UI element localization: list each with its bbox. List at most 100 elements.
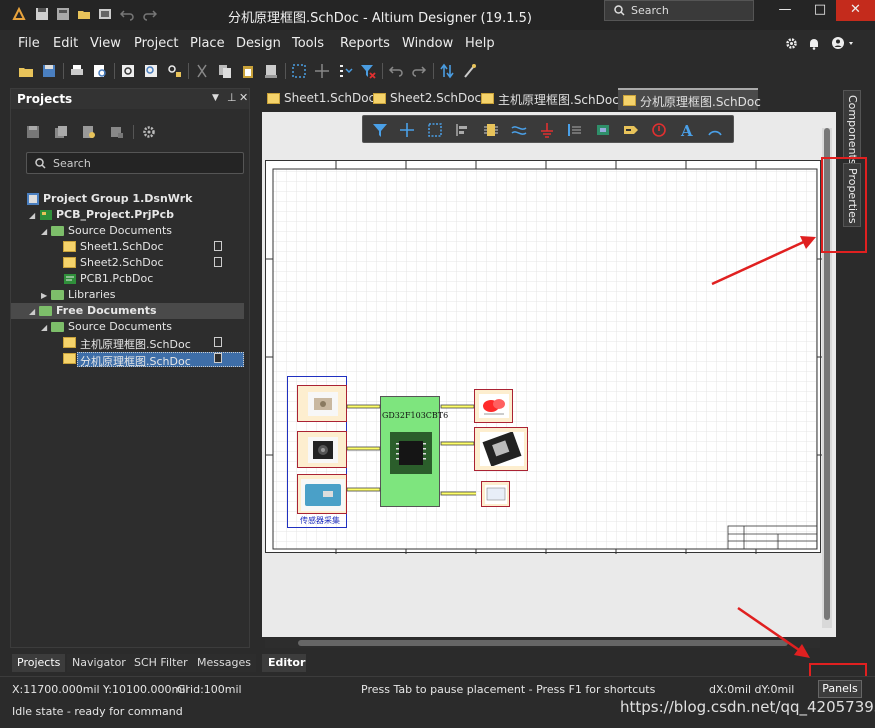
minimize-button[interactable]: — [768, 0, 802, 21]
tree-item-libraries[interactable]: ▶ Libraries [11, 287, 249, 303]
zoom-fit-icon[interactable] [120, 63, 136, 79]
place-sheet-symbol-icon[interactable] [595, 122, 611, 138]
place-port-icon[interactable] [623, 122, 639, 138]
rubber-stamp-icon[interactable] [263, 63, 279, 79]
move-cross-icon[interactable] [399, 122, 415, 138]
close-project-icon[interactable] [110, 125, 124, 139]
expand-arrow-icon[interactable]: ▶ [41, 291, 47, 300]
menu-file[interactable]: File [18, 36, 40, 51]
tab-projects[interactable]: Projects [12, 654, 66, 672]
collapse-arrow-icon[interactable]: ◢ [41, 227, 47, 236]
redo-icon[interactable] [411, 63, 427, 79]
tab-messages[interactable]: Messages [192, 654, 256, 672]
collapse-arrow-icon[interactable]: ◢ [29, 211, 35, 220]
output-block-wifi-module[interactable] [474, 427, 528, 471]
settings-gear-icon[interactable] [785, 37, 798, 50]
save-icon[interactable] [41, 63, 57, 79]
place-wire-icon[interactable] [511, 122, 527, 138]
place-arc-icon[interactable] [707, 122, 723, 138]
open-project-icon[interactable] [98, 7, 112, 21]
move-icon[interactable] [314, 63, 330, 79]
menu-window[interactable]: Window [402, 36, 453, 51]
collapse-arrow-icon[interactable]: ◢ [29, 307, 35, 316]
annotation-arrow-panels [737, 606, 810, 658]
place-power-port-icon[interactable] [539, 122, 555, 138]
projects-search-input[interactable]: Search [26, 152, 244, 174]
panel-dropdown-icon[interactable]: ▼ [212, 93, 219, 103]
tree-item-sheet2[interactable]: Sheet2.SchDoc [11, 255, 249, 271]
panel-pin-icon[interactable]: ⊥ [227, 91, 237, 104]
select-rect-icon[interactable] [427, 122, 443, 138]
align-icon[interactable] [455, 122, 471, 138]
sensor-block-2[interactable] [297, 431, 347, 468]
save-all-icon[interactable] [56, 7, 70, 21]
notifications-bell-icon[interactable] [808, 37, 820, 50]
print-icon[interactable] [69, 63, 85, 79]
menu-view[interactable]: View [90, 36, 121, 51]
place-harness-icon[interactable] [567, 122, 583, 138]
select-toggle-icon[interactable] [337, 63, 353, 79]
doc-tab-sheet1[interactable]: Sheet1.SchDoc [262, 88, 375, 110]
tree-item-free-source-documents[interactable]: ◢ Source Documents [11, 319, 249, 335]
menu-place[interactable]: Place [190, 36, 225, 51]
tree-item-pcb-project[interactable]: ◢ PCB_Project.PrjPcb [11, 207, 249, 223]
place-text-icon[interactable]: A [679, 122, 695, 138]
horizontal-scrollbar-thumb[interactable] [298, 640, 788, 646]
close-button[interactable]: ✕ [836, 0, 875, 21]
tree-item-label: Project Group 1.DsnWrk [43, 192, 193, 205]
compile-project-icon[interactable] [54, 125, 68, 139]
sensor-block-3[interactable] [297, 474, 347, 514]
paste-icon[interactable] [240, 63, 256, 79]
undo-icon[interactable] [388, 63, 404, 79]
menu-edit[interactable]: Edit [53, 36, 78, 51]
copy-icon[interactable] [217, 63, 233, 79]
panels-button[interactable]: Panels [818, 680, 862, 698]
tree-item-slave-block-diagram[interactable]: 分机原理框图.SchDoc [11, 351, 249, 368]
filter-icon[interactable] [372, 122, 388, 138]
save-project-icon[interactable] [26, 125, 40, 139]
menu-reports[interactable]: Reports [340, 36, 390, 51]
collapse-arrow-icon[interactable]: ◢ [41, 323, 47, 332]
tab-editor[interactable]: Editor [262, 654, 306, 672]
maximize-button[interactable]: □ [803, 0, 837, 21]
doc-tab-slave-block-diagram[interactable]: 分机原理框图.SchDoc [618, 88, 761, 110]
tree-item-project-group[interactable]: Project Group 1.DsnWrk [11, 191, 249, 207]
place-directive-icon[interactable] [651, 122, 667, 138]
tab-navigator[interactable]: Navigator [67, 654, 131, 672]
save-icon[interactable] [35, 7, 49, 21]
tree-item-host-block-diagram[interactable]: 主机原理框图.SchDoc [11, 335, 249, 351]
tree-item-source-documents[interactable]: ◢ Source Documents [11, 223, 249, 239]
zoom-area-icon[interactable] [143, 63, 159, 79]
doc-tab-sheet2[interactable]: Sheet2.SchDoc [368, 88, 481, 110]
open-folder-icon[interactable] [77, 7, 91, 21]
doc-tab-host-block-diagram[interactable]: 主机原理框图.SchDoc [476, 88, 619, 110]
print-preview-icon[interactable] [92, 63, 108, 79]
project-options-icon[interactable] [82, 125, 96, 139]
open-icon[interactable] [18, 63, 34, 79]
sensor-block-1[interactable] [297, 385, 347, 422]
menu-tools[interactable]: Tools [292, 36, 324, 51]
place-part-icon[interactable] [483, 122, 499, 138]
up-down-hierarchy-icon[interactable] [439, 63, 455, 79]
tab-sch-filter[interactable]: SCH Filter [129, 654, 193, 672]
menu-help[interactable]: Help [465, 36, 495, 51]
tree-item-sheet1[interactable]: Sheet1.SchDoc [11, 239, 249, 255]
cross-probe-icon[interactable] [462, 63, 478, 79]
tree-item-pcb1[interactable]: PCB1.PcbDoc [11, 271, 249, 287]
menu-project[interactable]: Project [134, 36, 178, 51]
zoom-selected-icon[interactable] [166, 63, 182, 79]
output-block-display[interactable] [481, 481, 510, 507]
cut-icon[interactable] [194, 63, 210, 79]
redo-icon[interactable] [143, 7, 157, 21]
output-block-led[interactable] [474, 389, 513, 423]
components-panel-tab[interactable]: Components [843, 90, 861, 165]
settings-gear-icon[interactable] [142, 125, 156, 139]
panel-close-icon[interactable]: ✕ [239, 91, 248, 104]
select-area-icon[interactable] [291, 63, 307, 79]
global-search-input[interactable]: Search [604, 0, 754, 21]
menu-design[interactable]: Design [236, 36, 281, 51]
user-account-icon[interactable] [831, 36, 855, 50]
tree-item-free-documents[interactable]: ◢ Free Documents [11, 303, 244, 319]
clear-filter-icon[interactable] [360, 63, 376, 79]
undo-icon[interactable] [120, 7, 134, 21]
